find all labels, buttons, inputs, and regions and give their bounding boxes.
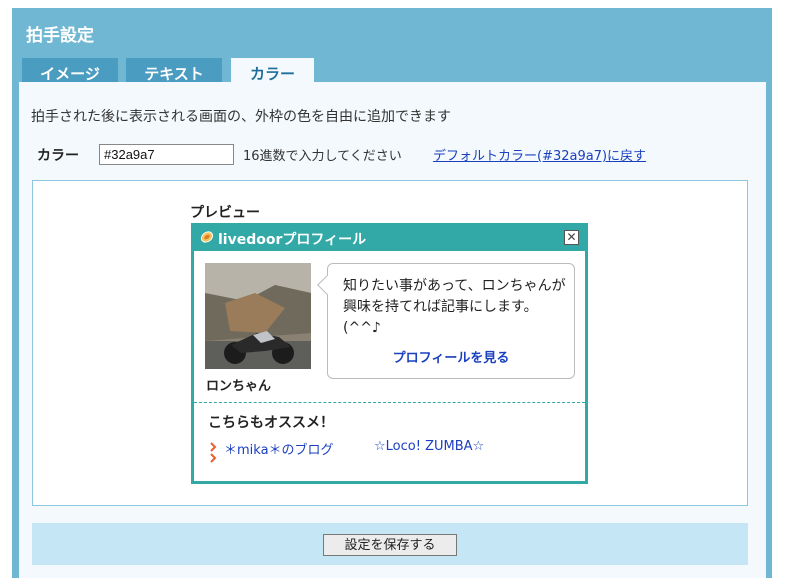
reset-default-color-link[interactable]: デフォルトカラー(#32a9a7)に戻す	[433, 145, 646, 164]
widget-title: livedoorプロフィール	[218, 232, 367, 248]
livedoor-logo-icon	[200, 231, 214, 243]
widget-header: livedoorプロフィール ✕	[194, 226, 585, 251]
speech-bubble: 知りたい事があって、ロンちゃんが興味を持てれば記事にします。(^^♪ プロフィー…	[317, 263, 575, 379]
save-settings-button[interactable]: 設定を保存する	[323, 534, 457, 556]
profile-widget: livedoorプロフィール ✕ ロンちゃん 知りたい事があって、ロンちゃんが興…	[191, 223, 588, 484]
user-name: ロンちゃん	[206, 379, 272, 394]
description-text: 拍手された後に表示される画面の、外枠の色を自由に追加できます	[31, 109, 451, 125]
panel-title: 拍手設定	[26, 26, 94, 46]
bullet-arrow-icon	[210, 442, 217, 463]
color-input[interactable]	[99, 144, 234, 165]
color-label: カラー	[37, 148, 79, 164]
view-profile-link[interactable]: プロフィールを見る	[328, 347, 574, 366]
bubble-text: 知りたい事があって、ロンちゃんが興味を持てれば記事にします。(^^♪	[343, 278, 566, 336]
close-icon[interactable]: ✕	[564, 230, 579, 245]
recommend-item-1[interactable]: ＊mika＊のブログ	[224, 439, 334, 458]
recommend-item-2[interactable]: ☆Loco! ZUMBA☆	[374, 439, 484, 454]
color-hint: 16進数で入力してください	[243, 149, 402, 164]
avatar	[205, 263, 311, 369]
recommend-title: こちらもオススメ！	[208, 415, 334, 431]
divider	[194, 402, 585, 403]
preview-label: プレビュー	[190, 205, 260, 221]
